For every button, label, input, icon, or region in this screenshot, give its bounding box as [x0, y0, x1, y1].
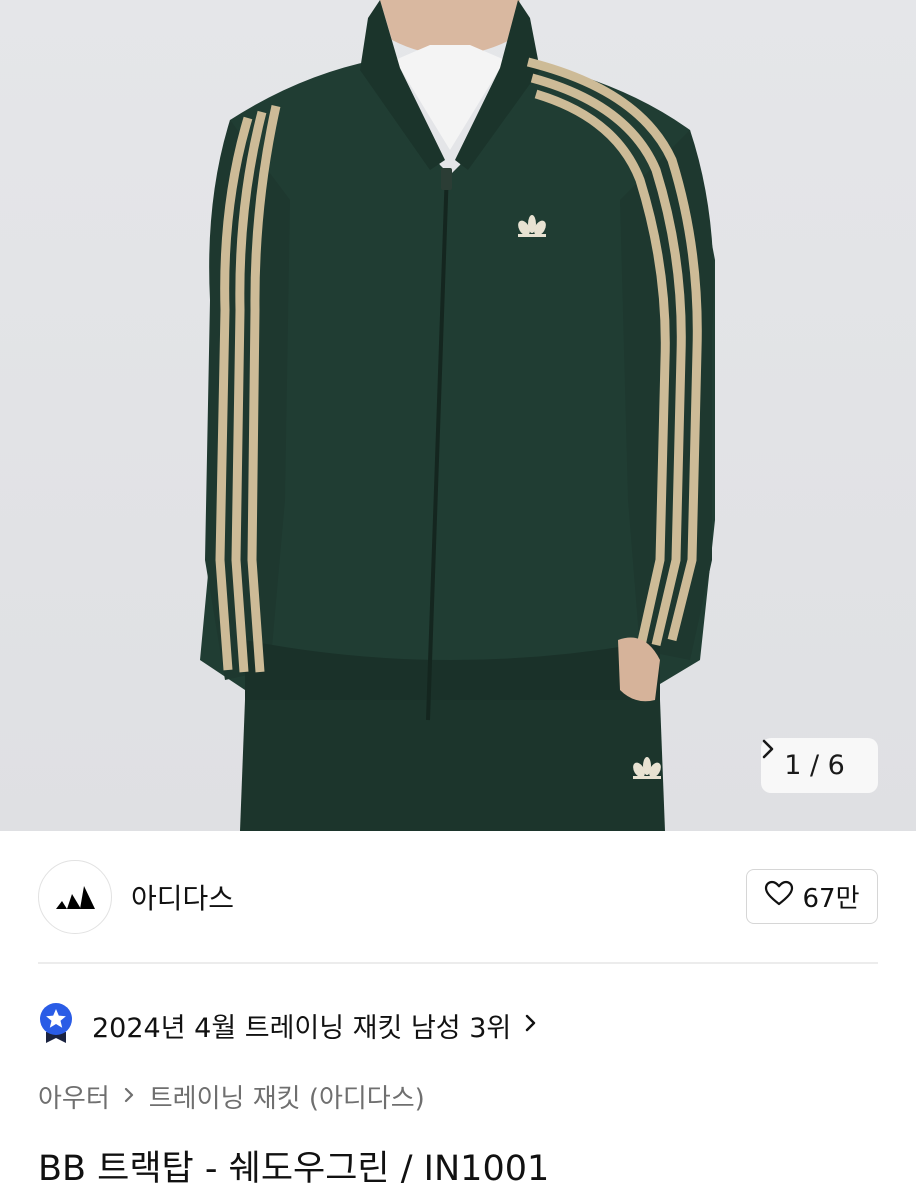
ranking-link[interactable]: 2024년 4월 트레이닝 재킷 남성 3위	[38, 1001, 537, 1049]
jacket-illustration	[200, 0, 715, 831]
chevron-right-icon	[124, 1081, 135, 1111]
product-image[interactable]: 1 / 6	[0, 0, 916, 831]
heart-outline-icon	[764, 880, 794, 913]
breadcrumb-item-outer[interactable]: 아우터	[38, 1078, 110, 1115]
product-title: BB 트랙탑 - 쉐도우그린 / IN1001	[38, 1149, 550, 1189]
breadcrumb-item-training-jacket[interactable]: 트레이닝 재킷 (아디다스)	[149, 1078, 425, 1115]
image-counter-button[interactable]: 1 / 6	[761, 738, 878, 793]
breadcrumb: 아우터 트레이닝 재킷 (아디다스)	[38, 1076, 425, 1116]
ranking-text: 2024년 4월 트레이닝 재킷 남성 3위	[92, 1012, 512, 1044]
image-counter-text: 1 / 6	[784, 750, 845, 781]
brand-row[interactable]: 아디다스 67만	[38, 860, 878, 934]
adidas-logo-icon[interactable]	[38, 860, 112, 934]
divider	[38, 962, 878, 964]
star-award-badge-icon	[38, 1002, 74, 1048]
like-count: 67만	[802, 884, 860, 914]
brand-name[interactable]: 아디다스	[131, 877, 234, 917]
like-button[interactable]: 67만	[746, 869, 878, 924]
chevron-right-icon	[525, 1010, 537, 1040]
